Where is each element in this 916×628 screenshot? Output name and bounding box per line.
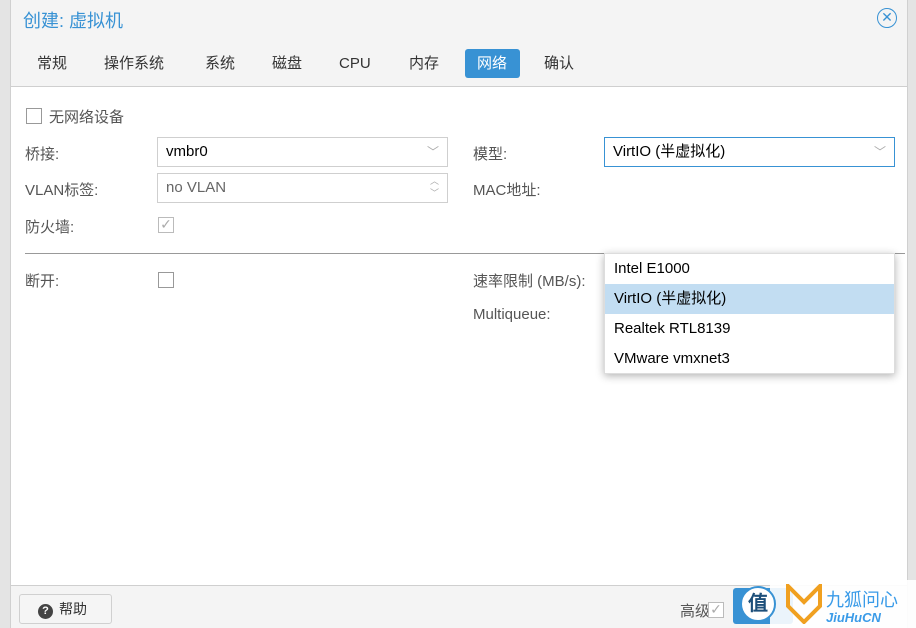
advanced-checkbox[interactable]: ✓: [708, 602, 724, 618]
watermark-subtext: JiuHuCN: [826, 610, 881, 625]
option-virtio[interactable]: VirtIO (半虚拟化): [605, 284, 894, 314]
close-icon[interactable]: ✕: [877, 8, 897, 28]
tab-cpu[interactable]: CPU: [327, 49, 383, 78]
create-vm-dialog: 创建: 虚拟机 ✕ 常规 操作系统 系统 磁盘 CPU 内存 网络 确认 无网络…: [10, 0, 908, 628]
multiqueue-label: Multiqueue:: [473, 306, 551, 323]
model-label: 模型:: [473, 146, 508, 163]
option-intel-e1000[interactable]: Intel E1000: [605, 254, 894, 284]
no-network-label: 无网络设备: [49, 109, 125, 126]
vlan-input[interactable]: no VLAN ︿ ﹀: [157, 173, 448, 203]
form-body: 无网络设备 桥接: vmbr0 ﹀ VLAN标签: no VLAN ︿ ﹀ 防火墙…: [11, 86, 907, 586]
model-select[interactable]: VirtIO (半虚拟化) ﹀: [604, 137, 895, 167]
tab-general[interactable]: 常规: [25, 49, 79, 78]
chevron-down-icon: ﹀: [873, 145, 886, 159]
watermark-circle-logo: 值: [740, 586, 776, 622]
tab-memory[interactable]: 内存: [397, 49, 451, 78]
tab-system[interactable]: 系统: [193, 49, 247, 78]
option-vmware-vmxnet3[interactable]: VMware vmxnet3: [605, 344, 894, 374]
vlan-placeholder: no VLAN: [166, 179, 227, 196]
bridge-value: vmbr0: [166, 143, 208, 160]
help-button[interactable]: ? 帮助: [19, 594, 112, 624]
question-circle-icon: ?: [38, 604, 53, 619]
disconnect-label: 断开:: [25, 273, 60, 290]
bridge-select[interactable]: vmbr0 ﹀: [157, 137, 448, 167]
tab-network[interactable]: 网络: [465, 49, 520, 78]
mac-label: MAC地址:: [473, 182, 541, 199]
advanced-label: 高级: [680, 603, 711, 620]
tab-disk[interactable]: 磁盘: [260, 49, 314, 78]
help-label: 帮助: [59, 601, 87, 617]
dialog-title: 创建: 虚拟机: [23, 11, 124, 31]
model-dropdown-list: Intel E1000 VirtIO (半虚拟化) Realtek RTL813…: [604, 253, 895, 374]
fox-logo-icon: [786, 584, 822, 624]
chevron-down-icon: ﹀: [426, 145, 439, 159]
vlan-label: VLAN标签:: [25, 182, 99, 199]
watermark-text: 九狐问心: [826, 590, 898, 610]
rate-limit-label: 速率限制 (MB/s):: [473, 273, 586, 290]
bridge-label: 桥接:: [25, 146, 60, 163]
tab-os[interactable]: 操作系统: [92, 49, 176, 78]
tab-confirm[interactable]: 确认: [532, 49, 586, 78]
no-network-checkbox[interactable]: [26, 108, 42, 124]
model-value: VirtIO (半虚拟化): [613, 143, 726, 160]
firewall-label: 防火墙:: [25, 219, 75, 236]
firewall-checkbox[interactable]: ✓: [158, 217, 174, 233]
option-realtek-rtl8139[interactable]: Realtek RTL8139: [605, 314, 894, 344]
disconnect-checkbox[interactable]: [158, 272, 174, 288]
spinner-icon[interactable]: ︿﹀: [430, 175, 439, 199]
